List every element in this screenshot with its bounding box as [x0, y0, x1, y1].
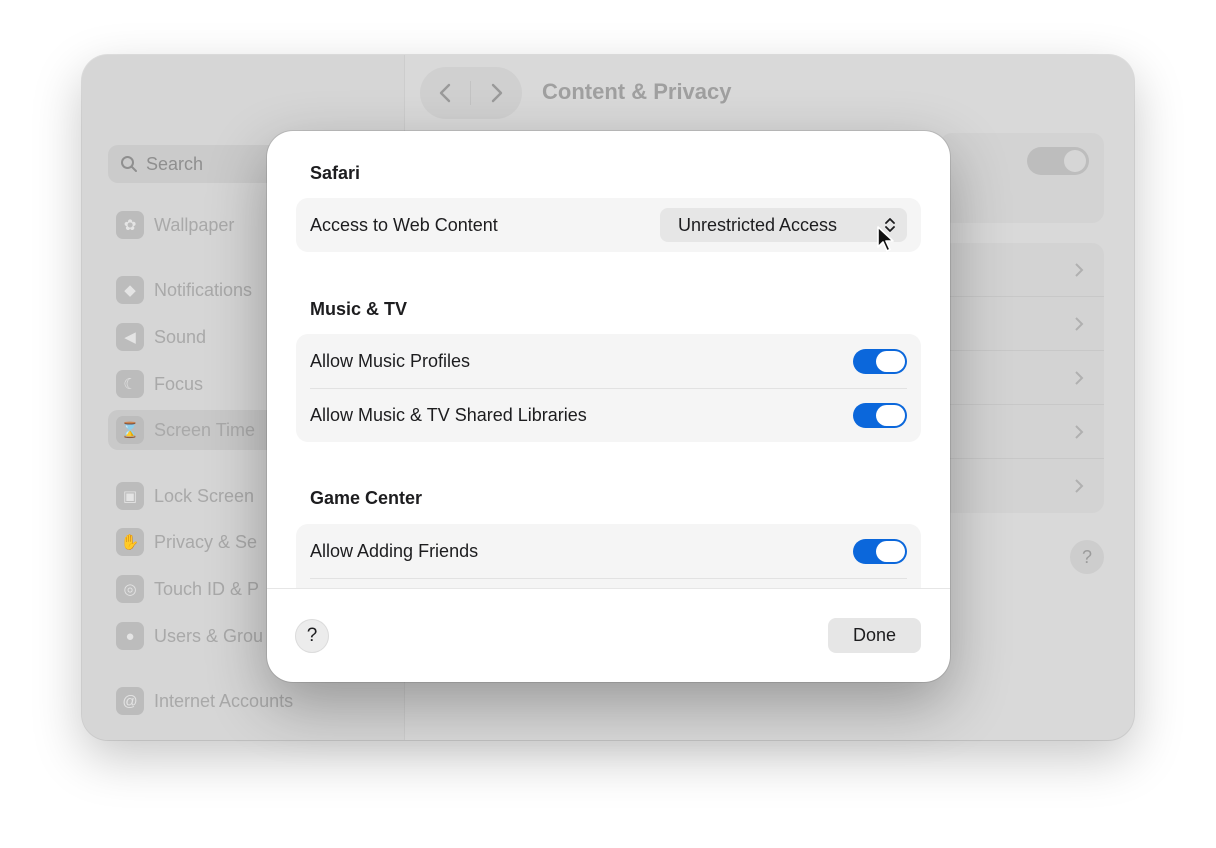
sidebar-item-label: Users & Grou	[154, 625, 264, 646]
wallpaper-icon: ✿	[116, 211, 144, 239]
sidebar-item-internet-accounts[interactable]: @ Internet Accounts	[108, 681, 388, 721]
sidebar-item-label: Screen Time	[154, 419, 256, 440]
sidebar-item-label: Touch ID & P	[154, 578, 260, 599]
safari-group: Access to Web Content Unrestricted Acces…	[296, 198, 921, 252]
chevron-right-icon	[1075, 263, 1084, 277]
background-list	[940, 243, 1104, 513]
forward-button[interactable]	[484, 81, 508, 105]
chevron-right-icon	[1075, 425, 1084, 439]
sidebar-item-label: Lock Screen	[154, 485, 255, 506]
background-toggle	[1027, 147, 1089, 175]
hand-icon: ✋	[116, 528, 144, 556]
popup-value: Unrestricted Access	[678, 214, 838, 235]
chevron-right-icon	[1075, 317, 1084, 331]
adding-friends-toggle[interactable]	[853, 539, 907, 564]
section-heading-safari: Safari	[310, 163, 361, 183]
search-icon	[121, 156, 137, 172]
sound-icon: ◀	[116, 323, 144, 351]
next-row-partial	[296, 578, 921, 588]
toggle-knob	[876, 405, 905, 426]
list-item	[940, 297, 1104, 351]
at-icon: @	[116, 687, 144, 715]
mouse-pointer-icon	[877, 226, 894, 252]
notifications-icon: ◆	[116, 276, 144, 304]
list-item	[940, 405, 1104, 459]
section-heading-music-tv: Music & TV	[310, 299, 408, 319]
sidebar-item-label: Privacy & Se	[154, 531, 258, 552]
hourglass-icon: ⌛	[116, 416, 144, 444]
shared-libraries-row: Allow Music & TV Shared Libraries	[296, 388, 921, 442]
section-heading-game-center: Game Center	[310, 488, 423, 508]
row-label: Allow Music Profiles	[310, 350, 471, 371]
row-label: Allow Music & TV Shared Libraries	[310, 404, 587, 425]
music-tv-group: Allow Music Profiles Allow Music & TV Sh…	[296, 334, 921, 442]
web-content-popup[interactable]: Unrestricted Access	[660, 208, 907, 242]
web-content-row: Access to Web Content Unrestricted Acces…	[296, 198, 921, 252]
sidebar-item-label: Focus	[154, 373, 204, 394]
toggle-knob	[876, 351, 905, 372]
back-button[interactable]	[434, 81, 458, 105]
list-item	[940, 243, 1104, 297]
sidebar-item-label: Notifications	[154, 279, 253, 300]
row-label: Allow Adding Friends	[310, 540, 479, 561]
background-panel	[940, 133, 1104, 223]
chevron-right-icon	[1075, 371, 1084, 385]
nav-divider	[470, 81, 471, 105]
window-title: Content & Privacy	[542, 79, 732, 104]
toggle-knob	[876, 541, 905, 562]
list-item	[940, 351, 1104, 405]
fingerprint-icon: ◎	[116, 575, 144, 603]
focus-icon: ☾	[116, 370, 144, 398]
music-profiles-toggle[interactable]	[853, 349, 907, 374]
chevron-right-icon	[1075, 479, 1084, 493]
adding-friends-row: Allow Adding Friends	[296, 524, 921, 578]
done-button[interactable]: Done	[828, 618, 921, 653]
music-profiles-row: Allow Music Profiles	[296, 334, 921, 388]
help-button[interactable]: ?	[295, 619, 329, 653]
shared-libraries-toggle[interactable]	[853, 403, 907, 428]
sidebar-item-label: Internet Accounts	[154, 690, 294, 711]
row-label: Access to Web Content	[310, 214, 498, 235]
footer-divider	[267, 588, 950, 589]
lock-icon: ▣	[116, 482, 144, 510]
sidebar-item-label: Sound	[154, 326, 207, 347]
search-placeholder: Search	[146, 153, 204, 174]
navigation-buttons	[420, 67, 522, 119]
game-center-group: Allow Adding Friends	[296, 524, 921, 588]
list-item	[940, 459, 1104, 513]
users-icon: ●	[116, 622, 144, 650]
content-privacy-sheet: Safari Access to Web Content Unrestricte…	[267, 131, 950, 682]
sidebar-item-label: Wallpaper	[154, 214, 235, 235]
background-help-button: ?	[1070, 540, 1104, 574]
